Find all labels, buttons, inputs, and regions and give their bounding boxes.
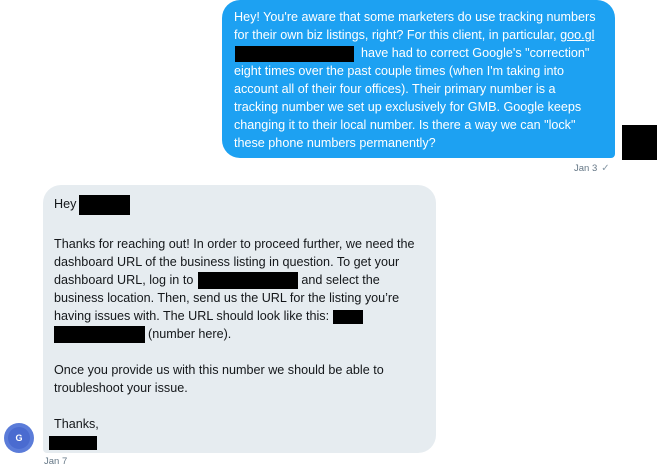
message-line: Thanks for reaching out! In order to pro… bbox=[54, 236, 415, 251]
message-line: (number here). bbox=[54, 325, 424, 344]
message-date: Jan 3 bbox=[574, 163, 598, 174]
redacted-block bbox=[49, 435, 97, 450]
checkmark-icon: ✓ bbox=[601, 163, 610, 174]
message-line: Hey bbox=[54, 194, 424, 215]
message-line: account all of their four offices). Thei… bbox=[234, 82, 556, 96]
message-text: and select the bbox=[301, 272, 380, 287]
message-line: tracking number we set up exclusively fo… bbox=[234, 100, 582, 114]
message-line: Once you provide us with this number we … bbox=[54, 363, 384, 378]
redacted-block bbox=[333, 309, 364, 324]
message-line: troubleshoot your issue. bbox=[54, 381, 188, 396]
message-line: business location. Then, send us the URL… bbox=[54, 290, 400, 305]
message-line: dashboard URL, log in to and select the bbox=[54, 271, 424, 289]
message-text: (number here). bbox=[148, 326, 232, 341]
message-line: eight times over the past couple times (… bbox=[234, 64, 565, 78]
message-text: Hey bbox=[54, 197, 77, 211]
message-line: Hey! You're aware that some marketers do… bbox=[234, 10, 596, 24]
message-line: having issues with. The URL should look … bbox=[54, 307, 424, 325]
message-line: Thanks, bbox=[54, 417, 99, 432]
redacted-block bbox=[79, 194, 131, 215]
recipient-avatar[interactable]: G bbox=[4, 423, 34, 453]
message-date: Jan 7 bbox=[44, 456, 68, 467]
avatar-letter: G bbox=[15, 433, 23, 443]
message-line: these phone numbers permanently? bbox=[234, 136, 436, 150]
message-text: dashboard URL, log in to bbox=[54, 272, 194, 287]
redacted-block bbox=[54, 326, 145, 344]
message-line: dashboard URL of the business listing in… bbox=[54, 254, 400, 269]
message-line: have had to correct Google's "correction… bbox=[234, 44, 603, 62]
outgoing-message-bubble: Hey! You're aware that some marketers do… bbox=[222, 0, 615, 158]
incoming-message-bubble: Hey Thanks for reaching out! In order to… bbox=[43, 185, 436, 453]
sender-avatar-redacted[interactable] bbox=[622, 125, 657, 160]
outgoing-message-meta: Jan 3 ✓ bbox=[574, 163, 610, 174]
message-text: have had to correct Google's "correction… bbox=[361, 46, 590, 60]
message-text: having issues with. The URL should look … bbox=[54, 308, 330, 323]
incoming-message-meta: Jan 7 bbox=[44, 456, 67, 467]
redacted-block bbox=[198, 271, 299, 289]
message-link[interactable]: goo.gl bbox=[560, 28, 594, 42]
message-line: changing it to their local number. Is th… bbox=[234, 118, 576, 132]
message-line bbox=[49, 433, 424, 451]
message-line: for their own biz listings, right? For t… bbox=[234, 26, 603, 44]
message-text: for their own biz listings, right? For t… bbox=[234, 28, 561, 42]
redacted-block bbox=[235, 45, 354, 62]
